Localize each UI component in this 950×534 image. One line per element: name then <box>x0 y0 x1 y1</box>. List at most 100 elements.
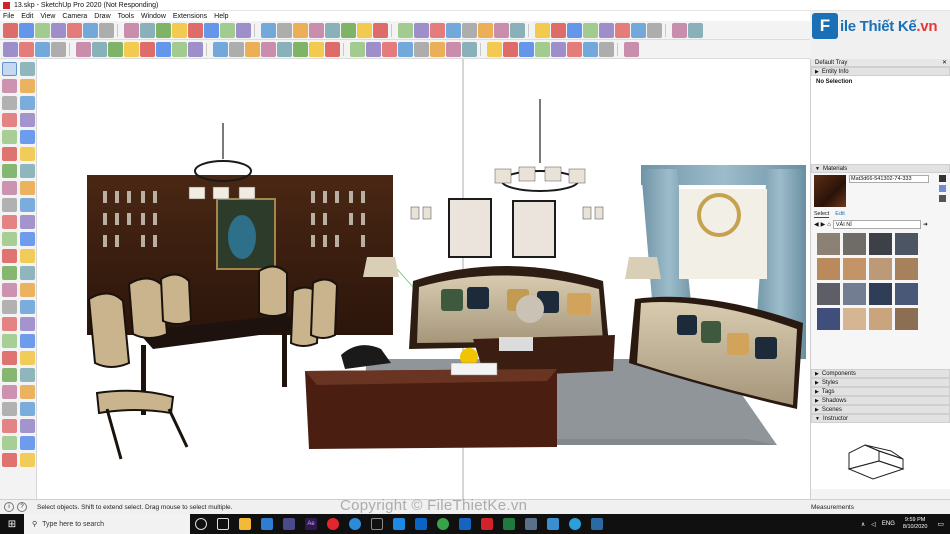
toolbar-tool-icon[interactable] <box>172 22 187 38</box>
after-effects-icon[interactable]: Ae <box>305 518 317 530</box>
material-swatch[interactable] <box>869 258 892 280</box>
toolbar-tool-icon[interactable] <box>665 23 669 37</box>
drawing-tool-icon[interactable] <box>20 79 35 93</box>
app-taskbar-icon[interactable] <box>569 518 581 530</box>
toolbar-tool-icon[interactable] <box>76 41 91 57</box>
toolbar-tool-icon[interactable] <box>108 41 123 57</box>
toolbar-tool-icon[interactable] <box>462 41 477 57</box>
toolbar-tool-icon[interactable] <box>309 41 324 57</box>
drawing-tool-icon[interactable] <box>20 453 35 467</box>
toolbar-tool-icon[interactable] <box>309 22 324 38</box>
drawing-tool-icon[interactable] <box>2 147 17 161</box>
toolbar-tool-icon[interactable] <box>391 23 395 37</box>
sample-paint-icon[interactable] <box>939 195 946 202</box>
drawing-tool-icon[interactable] <box>20 96 35 110</box>
toolbar-tool-icon[interactable] <box>446 41 461 57</box>
drawing-tool-icon[interactable] <box>20 368 35 382</box>
drawing-tool-icon[interactable] <box>20 113 35 127</box>
details-arrow-icon[interactable]: ➜ <box>923 221 928 228</box>
material-swatch[interactable] <box>817 308 840 330</box>
info-icon[interactable]: i <box>4 502 14 512</box>
drawing-tool-icon[interactable] <box>20 130 35 144</box>
drawing-tool-icon[interactable] <box>2 419 17 433</box>
toolbar-tool-icon[interactable] <box>567 22 582 38</box>
toolbar-tool-icon[interactable] <box>69 42 73 56</box>
toolbar-tool-icon[interactable] <box>140 41 155 57</box>
drawing-tool-icon[interactable] <box>20 283 35 297</box>
material-swatch[interactable] <box>843 283 866 305</box>
toolbar-tool-icon[interactable] <box>688 22 703 38</box>
drawing-tool-icon[interactable] <box>20 402 35 416</box>
toolbar-tool-icon[interactable] <box>188 41 203 57</box>
material-swatch[interactable] <box>843 258 866 280</box>
toolbar-tool-icon[interactable] <box>206 42 210 56</box>
toolbar-tool-icon[interactable] <box>35 22 50 38</box>
drawing-tool-icon[interactable] <box>20 164 35 178</box>
sketchup-taskbar-icon[interactable] <box>481 518 493 530</box>
toolbar-tool-icon[interactable] <box>19 22 34 38</box>
app-taskbar-icon[interactable] <box>415 518 427 530</box>
toolbar-tool-icon[interactable] <box>35 41 50 57</box>
create-material-icon[interactable] <box>939 185 946 192</box>
toolbar-tool-icon[interactable] <box>99 22 114 38</box>
toolbar-tool-icon[interactable] <box>343 42 347 56</box>
toolbar-tool-icon[interactable] <box>188 22 203 38</box>
current-material-swatch[interactable] <box>814 175 846 207</box>
shadows-header[interactable]: ▶ Shadows <box>811 396 950 405</box>
toolbar-tool-icon[interactable] <box>156 22 171 38</box>
entity-info-header[interactable]: ▶ Entity Info <box>811 67 950 76</box>
drawing-tool-icon[interactable] <box>20 300 35 314</box>
app-taskbar-icon[interactable] <box>547 518 559 530</box>
app-taskbar-icon[interactable] <box>393 518 405 530</box>
material-swatch[interactable] <box>817 233 840 255</box>
toolbar-tool-icon[interactable] <box>551 41 566 57</box>
toolbar-tool-icon[interactable] <box>254 23 258 37</box>
toolbar-tool-icon[interactable] <box>528 23 532 37</box>
drawing-tool-icon[interactable] <box>20 232 35 246</box>
toolbar-tool-icon[interactable] <box>117 23 121 37</box>
drawing-tool-icon[interactable] <box>20 249 35 263</box>
drawing-tool-icon[interactable] <box>20 62 35 76</box>
toolbar-tool-icon[interactable] <box>124 22 139 38</box>
tab-select[interactable]: Select <box>814 211 830 218</box>
toolbar-tool-icon[interactable] <box>19 41 34 57</box>
material-swatch[interactable] <box>895 308 918 330</box>
drawing-tool-icon[interactable] <box>2 436 17 450</box>
toolbar-tool-icon[interactable] <box>293 22 308 38</box>
cortana-icon[interactable] <box>195 518 207 530</box>
toolbar-tool-icon[interactable] <box>277 22 292 38</box>
drawing-tool-icon[interactable] <box>2 164 17 178</box>
app-taskbar-icon[interactable] <box>261 518 273 530</box>
language-indicator[interactable]: ENG <box>882 521 895 527</box>
tab-edit[interactable]: Edit <box>835 211 844 218</box>
drawing-tool-icon[interactable] <box>2 215 17 229</box>
components-header[interactable]: ▶ Components <box>811 369 950 378</box>
menu-view[interactable]: View <box>40 13 55 20</box>
toolbar-tool-icon[interactable] <box>277 41 292 57</box>
taskbar-search-box[interactable]: ⚲ Type here to search <box>24 514 190 534</box>
toolbar-tool-icon[interactable] <box>204 22 219 38</box>
toolbar-tool-icon[interactable] <box>446 22 461 38</box>
drawing-tool-icon[interactable] <box>2 96 17 110</box>
material-swatch[interactable] <box>817 283 840 305</box>
toolbar-tool-icon[interactable] <box>325 22 340 38</box>
toolbar-tool-icon[interactable] <box>535 22 550 38</box>
material-swatch[interactable] <box>869 283 892 305</box>
toolbar-tool-icon[interactable] <box>350 41 365 57</box>
forward-icon[interactable]: ▶ <box>821 221 826 228</box>
toolbar-tool-icon[interactable] <box>124 41 139 57</box>
material-library-dropdown[interactable]: VẢI NỈ <box>832 220 921 229</box>
toolbar-tool-icon[interactable] <box>503 41 518 57</box>
toolbar-tool-icon[interactable] <box>213 41 228 57</box>
material-swatch[interactable] <box>843 308 866 330</box>
material-swatch[interactable] <box>869 233 892 255</box>
material-swatch[interactable] <box>895 233 918 255</box>
instructor-header[interactable]: ▼ Instructor <box>811 414 950 423</box>
menu-window[interactable]: Window <box>141 13 166 20</box>
app-taskbar-icon[interactable] <box>349 518 361 530</box>
drawing-tool-icon[interactable] <box>20 266 35 280</box>
drawing-tool-icon[interactable] <box>2 249 17 263</box>
app-taskbar-icon[interactable] <box>459 518 471 530</box>
drawing-tool-icon[interactable] <box>2 402 17 416</box>
drawing-tool-icon[interactable] <box>2 181 17 195</box>
